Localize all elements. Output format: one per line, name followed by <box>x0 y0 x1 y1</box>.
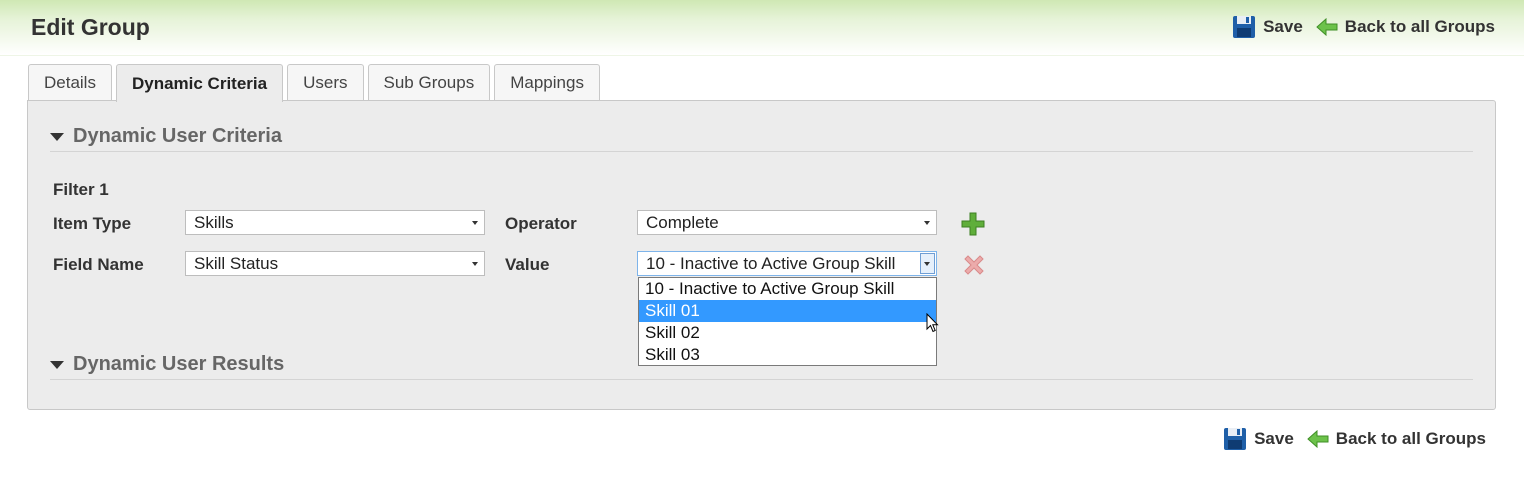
save-button[interactable]: Save <box>1232 15 1303 39</box>
item-type-select[interactable]: Skills <box>185 210 485 235</box>
tab-details[interactable]: Details <box>28 64 112 101</box>
floppy-disk-icon <box>1233 16 1256 38</box>
filter-title: Filter 1 <box>53 180 109 199</box>
criteria-section-title: Dynamic User Criteria <box>73 125 282 147</box>
red-x-icon[interactable] <box>961 252 987 278</box>
tab-mappings[interactable]: Mappings <box>494 64 600 101</box>
field-name-select[interactable]: Skill Status <box>185 251 485 276</box>
chevron-down-icon <box>924 221 930 225</box>
field-name-value: Skill Status <box>194 254 279 273</box>
value-label: Value <box>505 255 550 274</box>
bottom-action-bar: Save Back to all Groups <box>1223 427 1486 451</box>
item-type-value: Skills <box>194 213 234 232</box>
page-title: Edit Group <box>31 14 150 40</box>
back-label: Back to all Groups <box>1335 429 1486 448</box>
criteria-section-header[interactable]: Dynamic User Criteria <box>50 122 1473 152</box>
tab-bar: Details Dynamic Criteria Users Sub Group… <box>28 64 604 102</box>
results-section-header[interactable]: Dynamic User Results <box>50 350 1473 380</box>
value-option[interactable]: Skill 02 <box>639 322 936 344</box>
dropdown-button[interactable] <box>920 253 935 274</box>
item-type-label: Item Type <box>53 214 132 233</box>
tab-sub-groups[interactable]: Sub Groups <box>367 64 491 101</box>
value-select[interactable]: 10 - Inactive to Active Group Skill <box>637 251 937 276</box>
value-option[interactable]: 10 - Inactive to Active Group Skill <box>639 278 936 300</box>
save-label: Save <box>1263 17 1303 36</box>
green-plus-icon[interactable] <box>961 212 985 236</box>
triangle-down-icon <box>50 360 64 369</box>
chevron-down-icon <box>472 262 478 266</box>
value-selected: 10 - Inactive to Active Group Skill <box>646 254 896 273</box>
results-section-title: Dynamic User Results <box>73 353 285 375</box>
triangle-down-icon <box>50 132 64 141</box>
back-to-groups-link[interactable]: Back to all Groups <box>1316 17 1495 37</box>
green-left-arrow-icon <box>1307 430 1329 448</box>
operator-value: Complete <box>646 213 719 232</box>
chevron-down-icon <box>924 262 930 266</box>
floppy-disk-icon <box>1224 428 1247 450</box>
tab-dynamic-criteria[interactable]: Dynamic Criteria <box>115 64 284 102</box>
green-left-arrow-icon <box>1316 18 1338 36</box>
save-label: Save <box>1254 429 1294 448</box>
operator-label: Operator <box>505 214 577 233</box>
chevron-down-icon <box>472 221 478 225</box>
tab-users[interactable]: Users <box>287 64 364 101</box>
top-action-bar: Save Back to all Groups <box>1232 15 1495 39</box>
operator-select[interactable]: Complete <box>637 210 937 235</box>
save-button[interactable]: Save <box>1223 427 1294 451</box>
back-to-groups-link[interactable]: Back to all Groups <box>1307 429 1486 449</box>
field-name-label: Field Name <box>53 255 144 274</box>
back-label: Back to all Groups <box>1344 17 1495 36</box>
value-option[interactable]: Skill 01 <box>639 300 936 322</box>
mouse-cursor-icon <box>926 313 939 333</box>
